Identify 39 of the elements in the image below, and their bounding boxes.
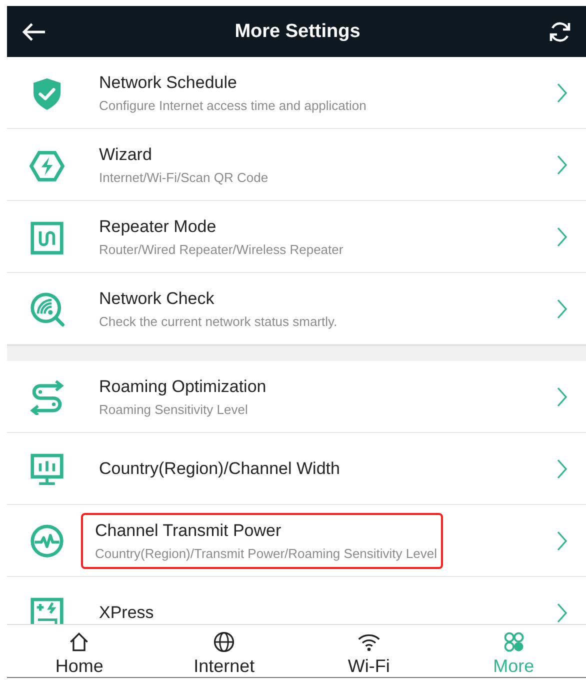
page-title: More Settings [234,20,360,42]
row-title: XPress [99,602,155,622]
pulse-circle-icon [29,522,65,558]
settings-row[interactable]: Channel Transmit Power Country(Region)/Transmit Power/Roaming Sensitivity Level [7,505,586,577]
settings-row[interactable]: Repeater Mode Router/Wired Repeater/Wireless Repeater [7,201,586,273]
chevron-icon [556,154,568,176]
tab[interactable]: Internet [152,625,296,677]
tab[interactable]: Home [7,625,152,677]
settings-row[interactable]: Country(Region)/Channel Width [7,433,586,505]
globe-icon [212,630,236,654]
row-title: Network Schedule [99,72,238,92]
settings-row[interactable]: Network Schedule Configure Internet access time and application [7,57,586,129]
chevron-icon [556,386,568,408]
row-title: Wizard [99,144,153,164]
chevron-icon [556,458,568,480]
chevron-icon [556,602,568,624]
back-button[interactable] [21,22,47,42]
row-subtitle: Router/Wired Repeater/Wireless Repeater [99,242,344,256]
row-title: Repeater Mode [99,216,218,236]
s-arrows-icon [29,378,65,414]
row-subtitle: Roaming Sensitivity Level [99,402,249,416]
row-subtitle: Check the current network status smartly. [99,314,338,328]
row-title: Country(Region)/Channel Width [99,458,341,478]
row-title: Network Check [99,288,216,308]
row-title: Channel Transmit Power [95,520,282,540]
chevron-icon [556,226,568,248]
wifi-magnifier-icon [29,290,65,326]
tab[interactable]: Wi-Fi [296,625,442,677]
row-subtitle: Country(Region)/Transmit Power/Roaming Sensitivity Level [95,546,437,560]
chevron-icon [556,82,568,104]
settings-row[interactable]: Roaming Optimization Roaming Sensitivity Level [7,361,586,433]
row-title: Roaming Optimization [99,376,268,396]
row-subtitle: Configure Internet access time and application [99,98,368,112]
chevron-icon [556,530,568,552]
row-subtitle: Internet/Wi-Fi/Scan QR Code [99,170,270,184]
settings-row[interactable]: Wizard Internet/Wi-Fi/Scan QR Code [7,129,586,201]
chevron-icon [556,298,568,320]
refresh-button[interactable] [548,20,572,44]
four-circles-icon [502,630,526,654]
